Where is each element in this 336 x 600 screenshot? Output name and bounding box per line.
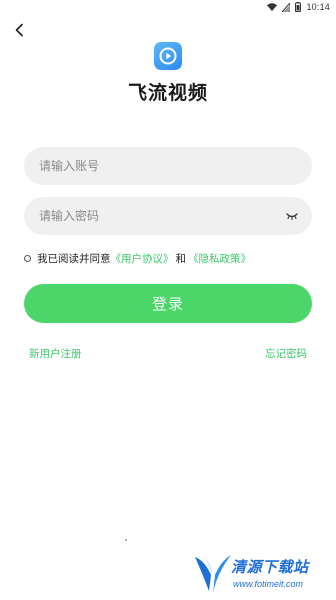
app-name: 飞流视频 <box>127 82 208 104</box>
privacy-policy-link[interactable]: 《隐私政策》 <box>188 251 251 266</box>
back-arrow-icon <box>15 23 23 37</box>
register-link[interactable]: 新用户注册 <box>29 346 82 361</box>
login-button[interactable]: 登录 <box>24 284 312 323</box>
wifi-icon <box>267 3 278 11</box>
user-agreement-link[interactable]: 《用户协议》 <box>111 251 174 266</box>
password-input[interactable] <box>24 197 269 235</box>
account-input[interactable] <box>24 147 269 185</box>
watermark-title: 清源下载站 <box>231 558 309 576</box>
password-field-container <box>24 197 312 235</box>
status-icons: 10:14 <box>267 2 330 12</box>
agreement-and-text: 和 <box>175 253 187 265</box>
watermark-logo-icon <box>195 555 231 593</box>
app-logo <box>154 42 182 70</box>
account-field-container <box>24 147 312 185</box>
signal-icon <box>282 2 291 12</box>
battery-icon <box>295 2 302 12</box>
status-bar: 10:14 <box>0 0 336 16</box>
forgot-password-link[interactable]: 忘记密码 <box>265 346 307 361</box>
status-time: 10:14 <box>306 2 330 12</box>
watermark-url: www.fotimeit.com <box>233 579 304 589</box>
back-button[interactable] <box>12 22 28 38</box>
agreement-row: 我已阅读并同意 《用户协议》 和 《隐私政策》 <box>24 251 251 266</box>
play-icon <box>159 47 177 65</box>
agreement-text: 我已阅读并同意 <box>37 253 111 265</box>
decorative-dot <box>125 539 127 541</box>
eye-closed-icon[interactable] <box>286 211 298 221</box>
watermark: 清源下载站 www.fotimeit.com <box>193 551 333 597</box>
agreement-radio[interactable] <box>24 255 31 262</box>
